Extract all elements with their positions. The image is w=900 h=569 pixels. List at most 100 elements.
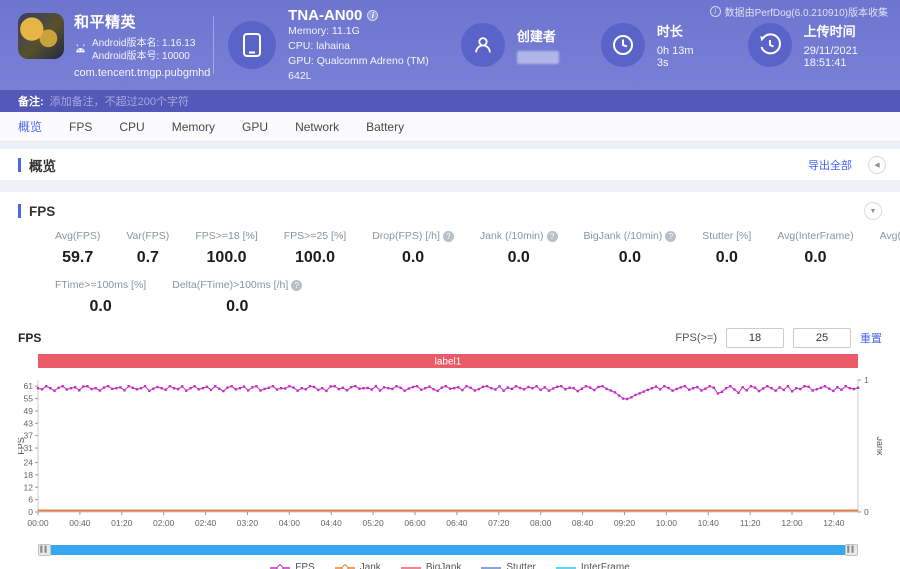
tab-概览[interactable]: 概览 [18, 118, 42, 135]
metric-label: Avg(FPS+InterFrame) [880, 230, 900, 242]
metric-label: Avg(FPS) [55, 230, 100, 242]
fps-metrics-row-1: Avg(FPS)59.7Var(FPS)0.7FPS>=18 [%]100.0F… [42, 230, 882, 267]
device-info-icon[interactable]: i [367, 10, 378, 21]
app-info-block: 和平精英 Android版本名: 1.16.13 Android版本号: 100… [0, 11, 213, 79]
legend-marker-icon [335, 564, 355, 569]
legend-item-fps[interactable]: FPS [270, 562, 314, 569]
metric-label: FPS>=18 [%] [195, 230, 257, 242]
creator-label: 创建者 [517, 26, 559, 45]
scrollbar-left-handle[interactable]: ▌▌ [38, 544, 51, 556]
collapse-down-button[interactable]: ▼ [864, 202, 882, 220]
metric: FPS>=18 [%] 100.0 [182, 230, 270, 267]
note-bar[interactable]: 备注: 添加备注，不超过200个字符 [0, 90, 900, 112]
chart-legend: FPS Jank BigJank Stutter InterFrame [18, 562, 882, 569]
threshold-input-1[interactable] [726, 328, 784, 348]
metric-value: 0.0 [777, 249, 853, 267]
fps-line-chart[interactable]: label16155494337312418126010FPSJank00:00… [18, 354, 882, 542]
legend-marker-icon [401, 564, 421, 569]
help-icon[interactable]: ? [291, 280, 302, 291]
device-gpu: GPU: Qualcomm Adreno (TM) 642L [288, 54, 445, 84]
upload-time-block: 上传时间 29/11/2021 18:51:41 [748, 21, 900, 69]
android-version-name: Android版本名: 1.16.13 [92, 37, 195, 50]
android-version-code: Android版本号: 10000 [92, 50, 195, 63]
creator-name-redacted [517, 51, 559, 64]
metric-value: 0.0 [55, 298, 146, 316]
left-axis-title: FPS [18, 437, 26, 455]
metric: Var(FPS)0.7 [113, 230, 182, 267]
legend-item-jank[interactable]: Jank [335, 562, 381, 569]
svg-text:03:20: 03:20 [237, 518, 259, 528]
metric: Avg(InterFrame) 0.0 [764, 230, 866, 267]
metric-label: Avg(InterFrame) [777, 230, 853, 242]
fps-section-title: FPS [29, 204, 55, 219]
help-icon[interactable]: ? [443, 231, 454, 242]
app-package-name: com.tencent.tmgp.pubgmhd [74, 67, 210, 79]
metric-label: Delta(FTime)>100ms [/h]? [172, 279, 302, 291]
svg-text:04:40: 04:40 [321, 518, 343, 528]
scrollbar-right-handle[interactable]: ▌▌ [845, 544, 858, 556]
metric-value: 100.0 [284, 249, 346, 267]
metric-label: FPS>=25 [%] [284, 230, 346, 242]
svg-text:12: 12 [24, 482, 34, 492]
duration-block: 时长 0h 13m 3s [601, 21, 706, 69]
threshold-input-2[interactable] [793, 328, 851, 348]
legend-marker-icon [556, 564, 576, 569]
legend-label: BigJank [426, 562, 462, 569]
metric-value: 0.0 [584, 249, 677, 267]
svg-text:02:40: 02:40 [195, 518, 217, 528]
user-icon [461, 23, 505, 67]
tab-cpu[interactable]: CPU [119, 120, 144, 134]
tab-memory[interactable]: Memory [172, 120, 215, 134]
svg-text:08:40: 08:40 [572, 518, 594, 528]
svg-text:43: 43 [24, 418, 34, 428]
svg-text:49: 49 [24, 406, 34, 416]
metric: Avg(FPS)59.7 [42, 230, 113, 267]
chart-range-scrollbar: ▌▌ ▌▌ [38, 544, 858, 556]
metric-label: BigJank (/10min)? [584, 230, 677, 242]
tab-gpu[interactable]: GPU [242, 120, 268, 134]
svg-text:04:00: 04:00 [279, 518, 301, 528]
creator-block: 创建者 [461, 23, 559, 67]
tab-fps[interactable]: FPS [69, 120, 92, 134]
tab-network[interactable]: Network [295, 120, 339, 134]
scrollbar-track[interactable] [51, 545, 845, 555]
svg-text:10:40: 10:40 [698, 518, 720, 528]
perfdog-version-note: i 数据由PerfDog(6.0.210910)版本收集 [710, 4, 888, 19]
section-accent-bar [18, 204, 21, 218]
legend-marker-icon [270, 564, 290, 569]
metric-label: Drop(FPS) [/h]? [372, 230, 454, 242]
note-label: 备注: [18, 93, 44, 109]
note-placeholder: 添加备注，不超过200个字符 [50, 93, 189, 109]
legend-marker-icon [481, 564, 501, 569]
metric-label: Jank (/10min)? [480, 230, 558, 242]
reset-link[interactable]: 重置 [860, 330, 882, 346]
metric-value: 100.0 [195, 249, 257, 267]
svg-text:05:20: 05:20 [362, 518, 384, 528]
legend-label: FPS [295, 562, 314, 569]
history-clock-icon [748, 23, 792, 67]
legend-item-bigjank[interactable]: BigJank [401, 562, 462, 569]
collect-note-text: 数据由PerfDog(6.0.210910)版本收集 [725, 4, 888, 19]
fps-threshold-controls: FPS(>=) 重置 [675, 328, 882, 348]
tab-battery[interactable]: Battery [366, 120, 404, 134]
export-all-link[interactable]: 导出全部 [808, 157, 852, 173]
help-icon[interactable]: ? [547, 231, 558, 242]
svg-text:11:20: 11:20 [740, 518, 761, 528]
metric: BigJank (/10min)? 0.0 [571, 230, 690, 267]
upload-time-label: 上传时间 [804, 21, 900, 40]
help-icon[interactable]: ? [665, 231, 676, 242]
svg-text:10:00: 10:00 [656, 518, 678, 528]
fps-chart-title: FPS [18, 331, 41, 345]
legend-label: Stutter [506, 562, 535, 569]
report-header: i 数据由PerfDog(6.0.210910)版本收集 和平精英 Androi… [0, 0, 900, 90]
metric-value: 59.7 [880, 249, 900, 267]
metric-value: 0.0 [480, 249, 558, 267]
metric: Drop(FPS) [/h]?0.0 [359, 230, 467, 267]
app-name: 和平精英 [74, 11, 210, 32]
duration-label: 时长 [657, 21, 706, 40]
legend-item-stutter[interactable]: Stutter [481, 562, 535, 569]
metric: Jank (/10min)? 0.0 [467, 230, 571, 267]
collapse-left-button[interactable]: ◀ [868, 156, 886, 174]
legend-item-interframe[interactable]: InterFrame [556, 562, 630, 569]
clock-icon [601, 23, 645, 67]
